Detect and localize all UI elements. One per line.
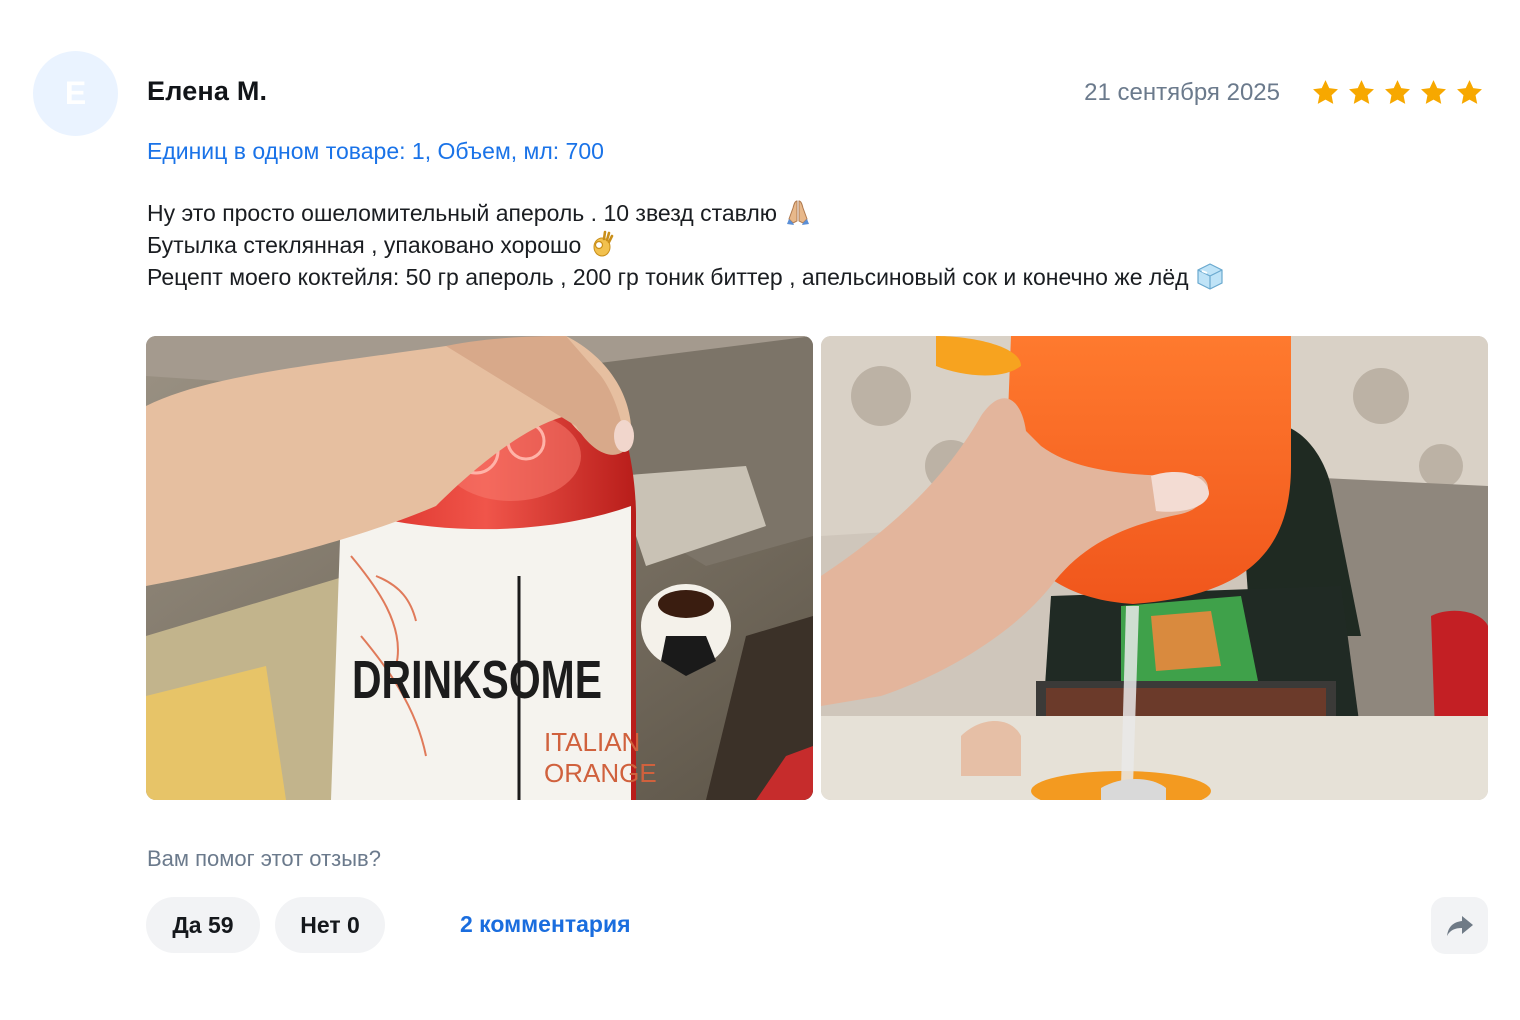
bottle-brand-text: DRINKSOME xyxy=(352,650,602,710)
helpful-question: Вам помог этот отзыв? xyxy=(147,846,381,871)
avatar: E xyxy=(33,51,118,136)
star-icon xyxy=(1421,80,1446,104)
vote-no-button[interactable]: Нет 0 xyxy=(275,897,385,953)
ok-hand-emoji xyxy=(593,230,614,257)
star-icon xyxy=(1385,80,1410,104)
review-photo-bottle[interactable]: DRINKSOME ITALIAN ORANGE xyxy=(146,336,813,800)
product-variant: Единиц в одном товаре: 1, Объем, мл: 700 xyxy=(147,138,604,164)
share-button[interactable] xyxy=(1431,897,1488,954)
vote-yes-button[interactable]: Да 59 xyxy=(146,897,260,953)
vote-yes-label: Да 59 xyxy=(172,911,234,938)
comments-link[interactable]: 2 комментария xyxy=(460,911,631,938)
bottle-photo-image: DRINKSOME ITALIAN ORANGE xyxy=(146,336,813,800)
review-photo-cocktail[interactable] xyxy=(821,336,1488,800)
cocktail-photo-image xyxy=(821,336,1488,800)
bottle-sub-text-2: ORANGE xyxy=(544,758,657,788)
review-line: Ну это просто ошеломительный апероль . 1… xyxy=(147,197,1487,229)
vote-no-label: Нет 0 xyxy=(300,911,360,938)
star-icon xyxy=(1349,80,1374,104)
bottle-sub-text-1: ITALIAN xyxy=(544,727,640,757)
star-icon xyxy=(1457,80,1482,104)
review-date: 21 сентября 2025 xyxy=(1084,79,1280,106)
star-icon xyxy=(1313,80,1338,104)
avatar-letter: E xyxy=(64,75,87,111)
review-line: Бутылка стеклянная , упаковано хорошо xyxy=(147,229,1487,261)
review-photos: DRINKSOME ITALIAN ORANGE xyxy=(146,336,1488,800)
rating-stars xyxy=(1311,78,1484,107)
author-name: Елена М. xyxy=(147,76,268,106)
praying-hands-emoji xyxy=(787,200,809,225)
ice-cube-emoji xyxy=(1196,263,1223,290)
share-arrow-icon xyxy=(1446,915,1473,936)
review-line: Рецепт моего коктейля: 50 гр апероль , 2… xyxy=(147,261,1487,293)
review-text: Ну это просто ошеломительный апероль . 1… xyxy=(147,197,1487,293)
